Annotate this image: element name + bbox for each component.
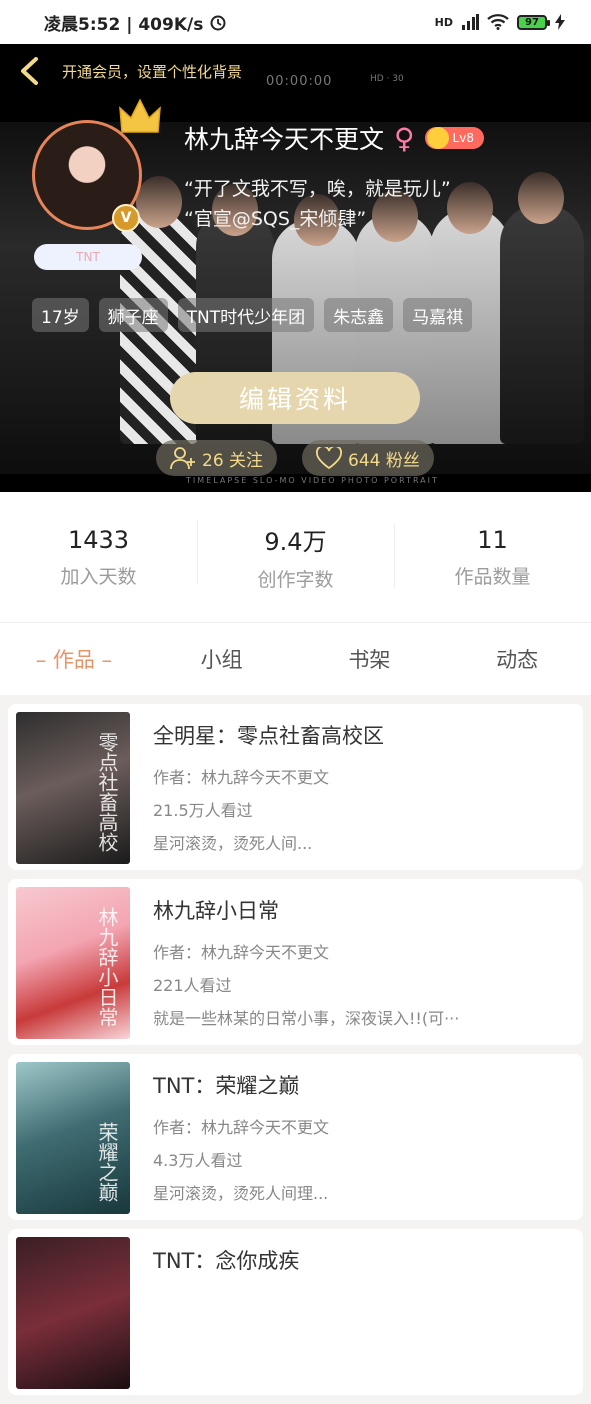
stat-word-count: 9.4万 创作字数 bbox=[197, 520, 394, 592]
profile-name-row: 林九辞今天不更文 ♀ Lv8 bbox=[184, 120, 484, 156]
battery-indicator: 97 bbox=[517, 14, 550, 30]
profile-tags: 17岁 狮子座 TNT时代少年团 朱志鑫 马嘉祺 bbox=[32, 298, 473, 332]
book-author: 作者：林九辞今天不更文 bbox=[153, 768, 330, 787]
profile-tabs: – 作品 – 小组 书架 动态 bbox=[0, 622, 591, 695]
book-meta: TNT：荣耀之巅 作者：林九辞今天不更文 4.3万人看过 星河滚烫，烫死人间理.… bbox=[153, 1070, 569, 1204]
following-count: 26 关注 bbox=[202, 450, 264, 471]
book-meta: TNT：念你成疾 bbox=[153, 1245, 569, 1307]
user-add-icon bbox=[170, 447, 195, 470]
book-cover[interactable]: 零点社畜高校 bbox=[16, 712, 130, 864]
book-cover[interactable] bbox=[16, 1237, 130, 1389]
camera-modes-text: TIMELAPSE SLO-MO VIDEO PHOTO PORTRAIT bbox=[186, 476, 439, 485]
stat-join-days: 1433 加入天数 bbox=[0, 526, 197, 589]
book-title: 全明星：零点社畜高校区 bbox=[153, 724, 384, 748]
background-photo-head bbox=[518, 172, 564, 224]
cover-title-text: 零点社畜高校 bbox=[95, 732, 119, 852]
profile-tag[interactable]: 马嘉祺 bbox=[403, 298, 473, 332]
book-description: 星河滚烫，烫死人间... bbox=[153, 834, 313, 853]
wifi-icon bbox=[487, 14, 509, 30]
book-meta: 林九辞小日常 作者：林九辞今天不更文 221人看过 就是一些林某的日常小事，深夜… bbox=[153, 895, 569, 1029]
stat-works-count: 11 作品数量 bbox=[394, 523, 591, 589]
stats-bar: 1433 加入天数 9.4万 创作字数 11 作品数量 bbox=[0, 492, 591, 622]
vip-background-link[interactable]: 开通会员，设置个性化背景 bbox=[62, 61, 242, 82]
book-views: 221人看过 bbox=[153, 976, 232, 995]
book-meta: 全明星：零点社畜高校区 作者：林九辞今天不更文 21.5万人看过 星河滚烫，烫死… bbox=[153, 720, 569, 854]
background-photo-figure bbox=[500, 204, 584, 444]
verified-v-icon: V bbox=[112, 204, 140, 232]
book-cover[interactable]: 荣耀之巅 bbox=[16, 1062, 130, 1214]
book-views: 21.5万人看过 bbox=[153, 801, 253, 820]
book-description: 星河滚烫，烫死人间理... bbox=[153, 1184, 329, 1203]
female-icon: ♀ bbox=[394, 121, 415, 155]
following-button[interactable]: 26 关注 bbox=[156, 440, 278, 476]
tab-activity[interactable]: 动态 bbox=[443, 644, 591, 674]
status-time-speed: 凌晨5:52 | 409K/s bbox=[44, 14, 204, 35]
signature-line-1: “开了文我不写，唉，就是玩儿” bbox=[184, 178, 451, 200]
status-bar: 凌晨5:52 | 409K/s HD 97 bbox=[0, 0, 591, 44]
profile-tag[interactable]: 朱志鑫 bbox=[324, 298, 394, 332]
level-badge: Lv8 bbox=[424, 127, 484, 149]
profile-tag[interactable]: 17岁 bbox=[32, 298, 89, 332]
followers-count: 644 粉丝 bbox=[348, 450, 420, 471]
hd-indicator: HD bbox=[434, 15, 453, 29]
edit-profile-button[interactable]: 编辑资料 bbox=[170, 372, 420, 424]
profile-tag[interactable]: 狮子座 bbox=[98, 298, 168, 332]
book-title: TNT：荣耀之巅 bbox=[153, 1074, 300, 1098]
stat-value: 11 bbox=[477, 525, 508, 554]
hero-top-row: 开通会员，设置个性化背景 bbox=[14, 56, 242, 86]
back-button[interactable] bbox=[14, 56, 44, 86]
book-author: 作者：林九辞今天不更文 bbox=[153, 943, 330, 962]
works-list: 零点社畜高校 全明星：零点社畜高校区 作者：林九辞今天不更文 21.5万人看过 … bbox=[8, 704, 583, 1404]
book-title: 林九辞小日常 bbox=[153, 899, 279, 923]
background-photo-head bbox=[447, 182, 493, 234]
book-description: 就是一些林某的日常小事，深夜误入!!(可··· bbox=[153, 1009, 460, 1028]
avatar-container[interactable]: V bbox=[32, 98, 161, 232]
profile-name: 林九辞今天不更文 bbox=[184, 125, 385, 154]
signal-icon bbox=[462, 14, 479, 30]
book-author: 作者：林九辞今天不更文 bbox=[153, 1118, 330, 1137]
camera-info-text: HD · 30 bbox=[370, 74, 404, 84]
back-arrow-icon bbox=[21, 57, 38, 85]
stat-value: 1433 bbox=[67, 525, 130, 554]
heart-icon bbox=[316, 447, 342, 469]
book-card[interactable]: 林九辞小日常 林九辞小日常 作者：林九辞今天不更文 221人看过 就是一些林某的… bbox=[8, 879, 583, 1045]
stat-value: 9.4万 bbox=[264, 528, 327, 556]
tab-works[interactable]: – 作品 – bbox=[0, 644, 148, 674]
stat-label: 作品数量 bbox=[454, 565, 531, 588]
book-views: 4.3万人看过 bbox=[153, 1151, 243, 1170]
cover-title-text: 林九辞小日常 bbox=[95, 907, 119, 1027]
book-cover[interactable]: 林九辞小日常 bbox=[16, 887, 130, 1039]
followers-button[interactable]: 644 粉丝 bbox=[302, 440, 434, 476]
charging-icon bbox=[555, 14, 565, 30]
cover-title-text: 荣耀之巅 bbox=[95, 1122, 119, 1202]
group-badge: TNT bbox=[34, 244, 142, 270]
book-card[interactable]: TNT：念你成疾 bbox=[8, 1229, 583, 1395]
crown-icon bbox=[119, 98, 161, 133]
tab-bookshelf[interactable]: 书架 bbox=[296, 644, 444, 674]
profile-header: 00:00:00 HD · 30 开通会员，设置个性化背景 V TNT 林九辞今… bbox=[0, 44, 591, 492]
camera-timer-text: 00:00:00 bbox=[266, 74, 333, 89]
stat-label: 加入天数 bbox=[60, 565, 137, 588]
book-title: TNT：念你成疾 bbox=[153, 1249, 300, 1273]
background-photo-head bbox=[136, 176, 182, 228]
level-medal-icon bbox=[426, 127, 449, 149]
alarm-icon bbox=[210, 15, 226, 31]
tab-groups[interactable]: 小组 bbox=[148, 644, 296, 674]
book-card[interactable]: 荣耀之巅 TNT：荣耀之巅 作者：林九辞今天不更文 4.3万人看过 星河滚烫，烫… bbox=[8, 1054, 583, 1220]
book-card[interactable]: 零点社畜高校 全明星：零点社畜高校区 作者：林九辞今天不更文 21.5万人看过 … bbox=[8, 704, 583, 870]
level-text: Lv8 bbox=[452, 131, 474, 145]
signature-line-2: “官宣@SQS_宋倾肆” bbox=[184, 208, 367, 230]
profile-tag[interactable]: TNT时代少年团 bbox=[177, 298, 315, 332]
stat-label: 创作字数 bbox=[257, 569, 334, 591]
